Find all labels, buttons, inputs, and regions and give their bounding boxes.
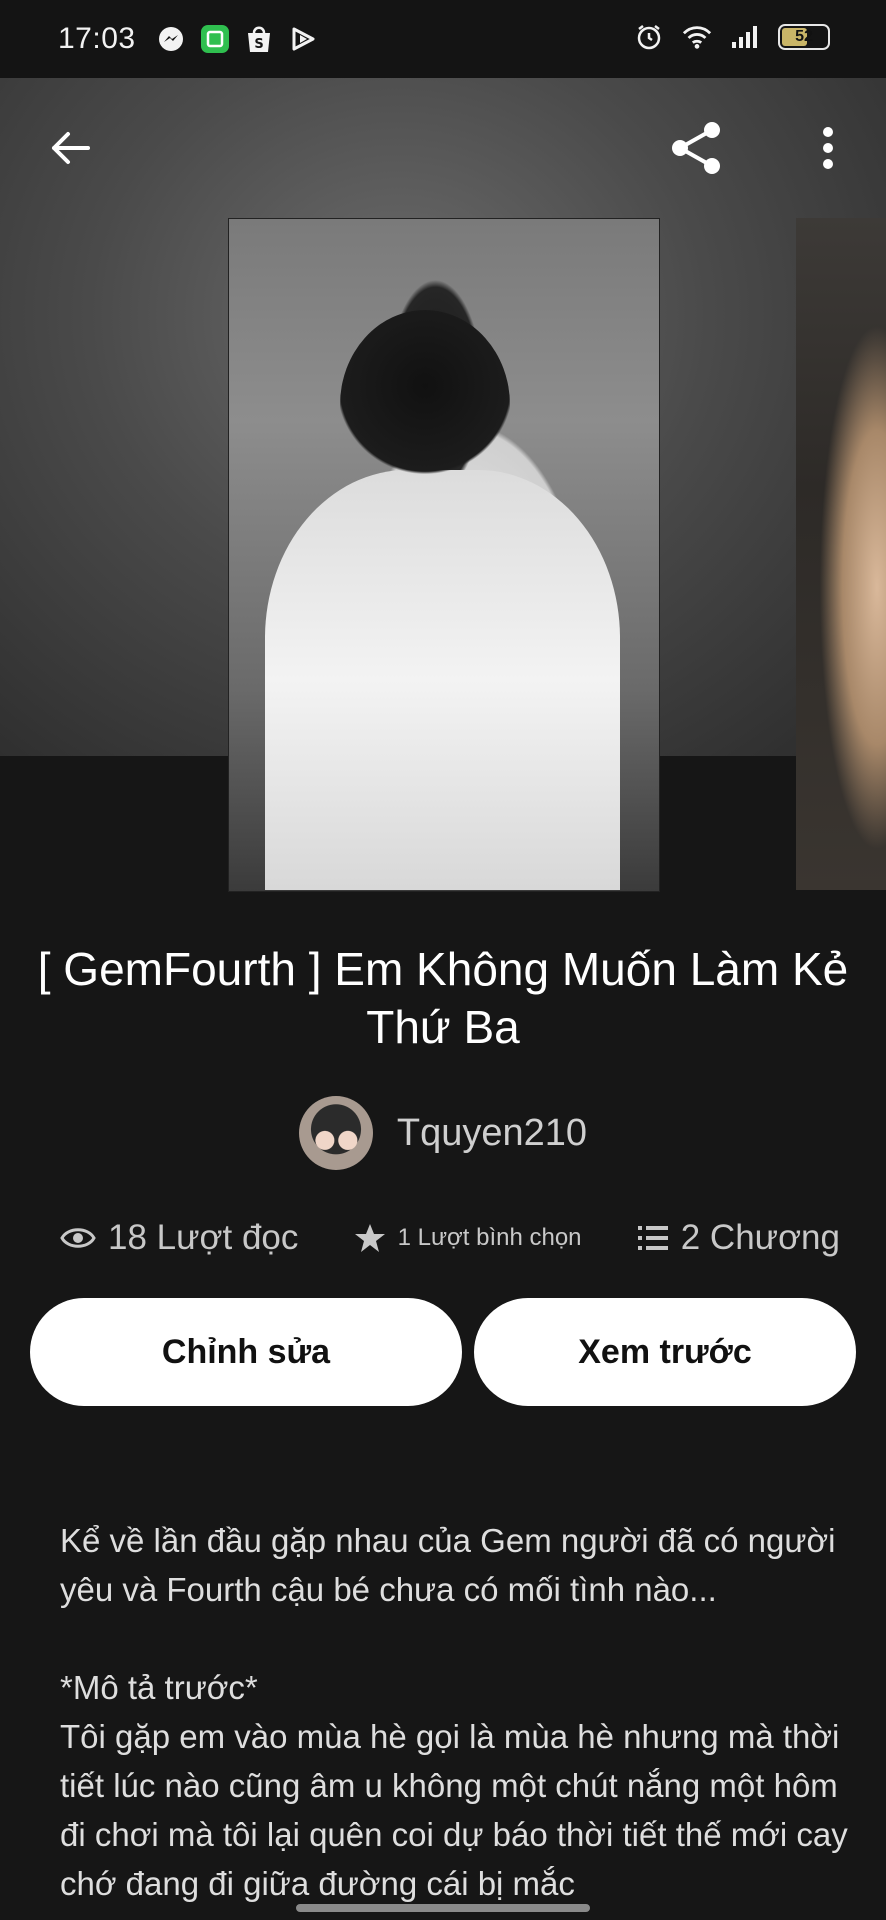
author-name[interactable]: Tquyen210: [397, 1112, 587, 1155]
share-button[interactable]: [666, 118, 726, 178]
list-icon: [637, 1224, 669, 1252]
status-bar: 17:03 S 52: [0, 0, 886, 78]
more-vert-icon: [823, 127, 833, 169]
battery-icon: 52: [778, 24, 830, 50]
play-icon: [288, 24, 318, 54]
signal-icon: [730, 22, 760, 52]
svg-text:S: S: [254, 37, 263, 52]
reads-count: 18 Lượt đọc: [108, 1218, 299, 1257]
notification-icons: S: [156, 24, 318, 54]
alarm-icon: [634, 22, 664, 52]
back-button[interactable]: [40, 118, 100, 178]
more-options-button[interactable]: [798, 118, 858, 178]
preview-button[interactable]: Xem trước: [474, 1298, 856, 1406]
story-description: Kể về lần đầu gặp nhau của Gem người đã …: [60, 1522, 848, 1902]
messenger-icon: [156, 24, 186, 54]
avatar[interactable]: [298, 1096, 373, 1170]
home-indicator[interactable]: [296, 1904, 590, 1912]
next-cover-image[interactable]: [796, 218, 886, 890]
arrow-left-icon: [52, 132, 90, 164]
reads-stat: 18 Lượt đọc: [60, 1218, 298, 1258]
votes-stat: 1 Lượt bình chọn: [354, 1222, 582, 1254]
star-icon: [354, 1222, 386, 1254]
edit-button[interactable]: Chỉnh sửa: [30, 1298, 462, 1406]
app-green-icon: [200, 24, 230, 54]
story-title: [ GemFourth ] Em Không Muốn Làm Kẻ Thứ B…: [37, 943, 849, 1053]
share-icon: [672, 122, 720, 174]
battery-level: 52: [795, 28, 813, 45]
chapters-stat[interactable]: 2 Chương: [637, 1218, 840, 1258]
status-time: 17:03: [58, 22, 136, 55]
shopee-icon: S: [244, 24, 274, 54]
eye-icon: [60, 1225, 96, 1251]
votes-count: 1 Lượt bình chọn: [397, 1224, 582, 1251]
author-row[interactable]: Tquyen210: [0, 1096, 886, 1170]
story-stats: 18 Lượt đọc 1 Lượt bình chọn 2 Chương: [60, 1212, 840, 1264]
cover-figure-shirt: [265, 470, 620, 890]
system-icons: 52: [634, 22, 830, 52]
cover-figure-head: [340, 310, 510, 500]
chapters-count[interactable]: 2 Chương: [681, 1218, 840, 1258]
wifi-icon: [682, 22, 712, 52]
